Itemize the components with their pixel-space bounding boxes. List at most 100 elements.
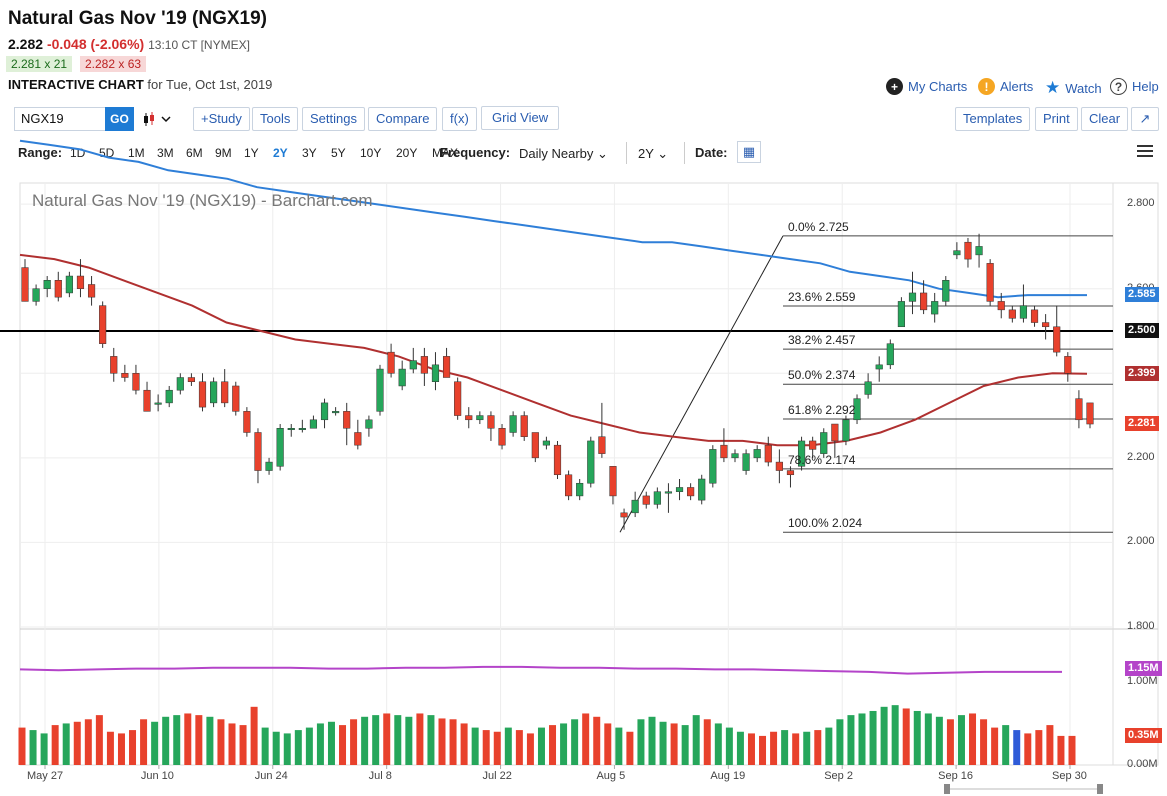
candle-body [343,411,351,429]
candle-body [698,478,706,501]
candle-body [942,280,950,302]
x-tick-label: Jun 10 [140,770,174,782]
candle [775,449,783,484]
candle [975,233,983,268]
candle [65,271,73,298]
volume-average-line [19,665,1062,675]
candle-body [520,415,528,437]
volume-bar [1024,733,1032,765]
volume-bar [173,715,181,765]
volume-bar [792,733,800,765]
volume-bar [140,719,148,765]
volume-bar [361,716,369,765]
volume-bar [482,730,490,765]
candle [642,491,650,509]
candle-body [232,385,240,412]
candle [454,377,462,420]
candle-body [320,402,329,421]
candle [420,347,428,386]
candle [709,445,717,488]
fib-level-label: 78.6% 2.174 [788,452,856,467]
candle [110,347,118,382]
volume-bar [184,713,192,765]
candle [609,466,617,505]
volume-bar [537,727,545,765]
volume-bar [117,733,125,765]
candle [753,445,761,463]
candle [176,373,184,395]
volume-bar [95,715,103,765]
candle-body [1008,309,1016,319]
candle [675,479,684,501]
candle-body [332,411,340,414]
y-tick-label: 1.800 [1127,620,1155,632]
candle-body [276,428,284,467]
volume-bar [62,723,70,765]
candle-body [154,402,162,405]
volume-bar [935,716,943,765]
volume-bar [659,721,667,765]
volume-bar [327,721,335,765]
volume-bar [305,727,313,765]
candle [720,428,728,463]
candle-body [287,428,295,431]
candle-body [187,377,195,382]
candle-body [531,432,539,459]
candle [1075,390,1083,429]
candle [409,347,417,374]
volume-bar [283,733,291,765]
x-tick-label: Jul 8 [368,770,392,782]
candle-body [709,449,717,484]
volume-bar [957,715,965,765]
volume-bar [272,731,280,765]
candle-body [132,373,140,391]
volume-bar [869,710,877,765]
candle [476,411,484,425]
candle-body [1042,322,1050,328]
volume-bar [847,715,855,765]
price-chart[interactable] [0,0,1167,796]
volume-bar [913,710,921,765]
candle-body [576,482,584,497]
volume-bar [129,730,137,765]
candle [620,508,628,530]
candle-body [997,301,1005,311]
candle [598,402,606,458]
candle-body [398,368,406,387]
volume-bar [394,715,402,765]
volume-bar [51,725,59,765]
candle [487,411,495,441]
candle-body [1019,305,1028,319]
volume-bar [902,708,910,765]
volume-bar [460,723,468,765]
candle-body [620,512,628,518]
candle [698,474,706,505]
x-tick-label: Sep 16 [938,770,973,782]
fib-level-label: 0.0% 2.725 [788,219,849,234]
candle [121,364,129,382]
candle-body [265,461,273,471]
candle-body [1053,326,1061,353]
candle-body [309,419,318,429]
volume-bar [759,735,767,765]
volume-bar [648,716,656,765]
candle [376,364,384,416]
volume-bar [626,731,634,765]
candle-body [1086,402,1094,425]
volume-bar [770,731,778,765]
price-axis-badge: 2.500 [1125,323,1159,338]
volume-bar [1068,735,1076,765]
candle-body [143,389,151,412]
candle-body [598,436,606,454]
candle-body [76,275,85,289]
y-tick-label: 2.800 [1127,197,1155,210]
volume-bar [560,723,568,765]
candle [54,271,62,302]
volume-bar [571,719,579,765]
candle [354,419,362,450]
candle-body [842,419,850,442]
candle [1042,314,1050,340]
candle [21,259,29,302]
volume-tick-label: 0.00M [1127,758,1158,770]
x-tick-label: Aug 19 [710,770,746,782]
